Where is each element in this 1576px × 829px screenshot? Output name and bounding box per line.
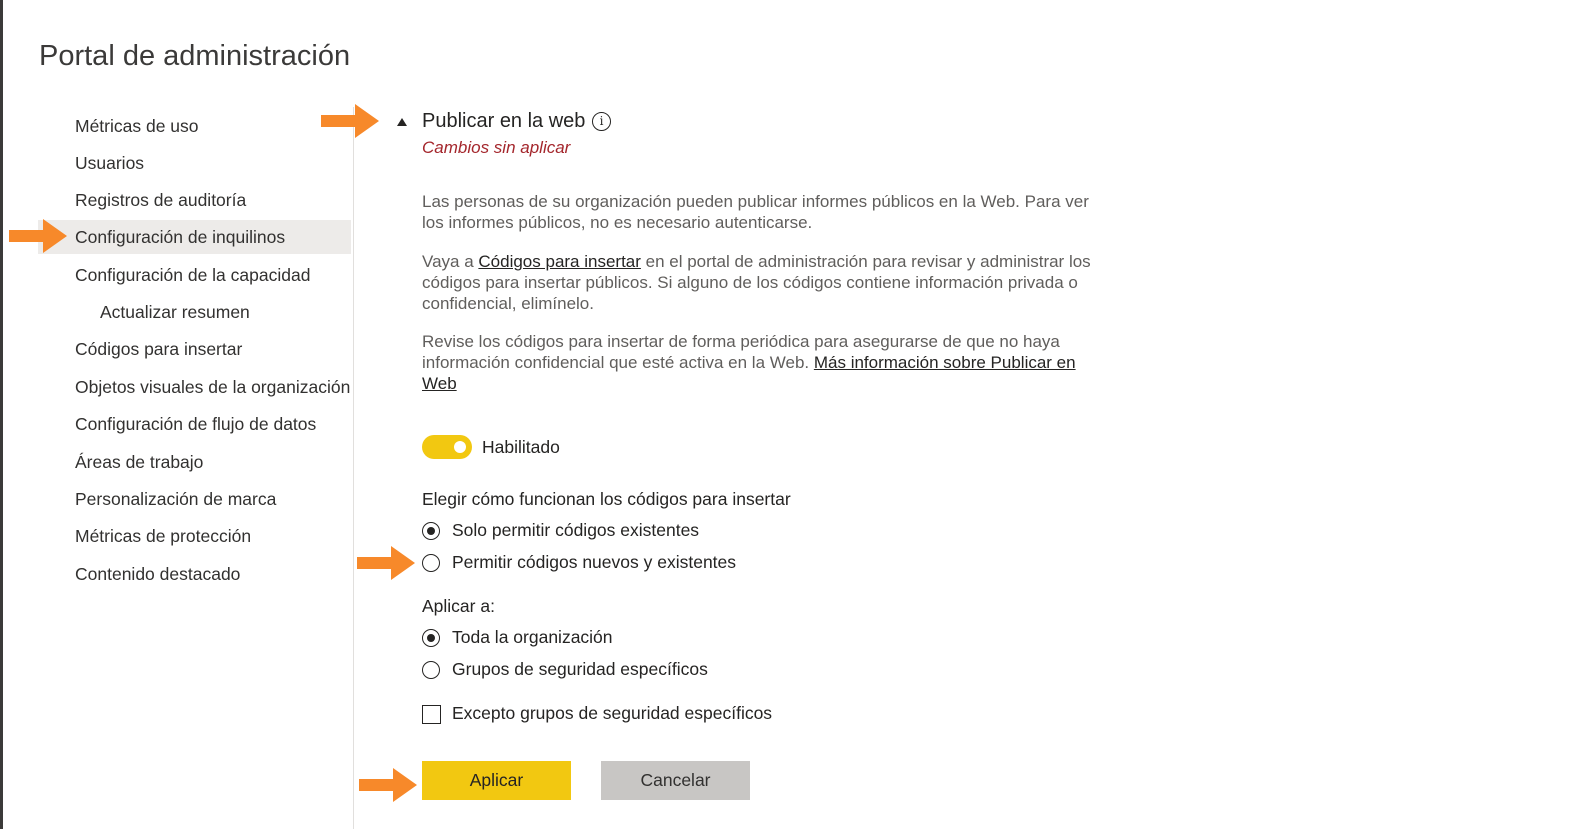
sidebar-item-capacity-settings[interactable]: Configuración de la capacidad bbox=[38, 258, 351, 292]
radio-button[interactable] bbox=[422, 629, 440, 647]
toggle-knob bbox=[454, 441, 466, 453]
radio-label: Solo permitir códigos existentes bbox=[452, 520, 700, 540]
apply-to-label: Aplicar a: bbox=[422, 596, 495, 616]
unsaved-changes-status: Cambios sin aplicar bbox=[422, 138, 571, 157]
checkbox-label: Excepto grupos de seguridad específicos bbox=[452, 703, 773, 723]
radio-button[interactable] bbox=[422, 522, 440, 540]
embed-codes-link[interactable]: Códigos para insertar bbox=[478, 252, 641, 271]
review-paragraph: Revise los códigos para insertar de form… bbox=[422, 331, 1112, 394]
sidebar-item-featured-content[interactable]: Contenido destacado bbox=[38, 557, 351, 591]
sidebar-item-refresh-summary[interactable]: Actualizar resumen bbox=[38, 295, 351, 329]
sidebar-item-embed-codes[interactable]: Códigos para insertar bbox=[38, 332, 351, 366]
sidebar-item-protection-metrics[interactable]: Métricas de protección bbox=[38, 519, 351, 553]
sidebar-item-audit-logs[interactable]: Registros de auditoría bbox=[38, 183, 351, 217]
sidebar-item-workspaces[interactable]: Áreas de trabajo bbox=[38, 445, 351, 479]
info-icon[interactable]: i bbox=[592, 112, 611, 131]
radio-label: Toda la organización bbox=[452, 627, 613, 647]
except-groups-checkbox[interactable] bbox=[422, 705, 441, 724]
embed-mode-label: Elegir cómo funcionan los códigos para i… bbox=[422, 489, 791, 509]
cancel-button[interactable]: Cancelar bbox=[601, 761, 750, 800]
sidebar-item-users[interactable]: Usuarios bbox=[38, 146, 351, 180]
enabled-toggle[interactable] bbox=[422, 435, 472, 459]
radio-button[interactable] bbox=[422, 554, 440, 572]
sidebar-item-branding[interactable]: Personalización de marca bbox=[38, 482, 351, 516]
arrow-icon bbox=[9, 219, 67, 253]
sidebar-item-tenant-settings[interactable]: Configuración de inquilinos bbox=[38, 220, 351, 254]
sidebar-item-usage-metrics[interactable]: Métricas de uso bbox=[38, 109, 351, 143]
admin-portal-window: Portal de administración Métricas de uso… bbox=[0, 0, 1576, 829]
paragraph-text: Vaya a bbox=[422, 252, 479, 271]
radio-label: Grupos de seguridad específicos bbox=[452, 659, 708, 679]
sidebar-nav: Métricas de uso Usuarios Registros de au… bbox=[3, 107, 354, 829]
embed-codes-paragraph: Vaya a Códigos para insertar en el porta… bbox=[422, 251, 1112, 314]
description-paragraph: Las personas de su organización pueden p… bbox=[422, 192, 1089, 232]
apply-button[interactable]: Aplicar bbox=[422, 761, 571, 800]
settings-panel: Publicar en la web i Cambios sin aplicar… bbox=[355, 0, 1576, 829]
toggle-label: Habilitado bbox=[482, 437, 560, 457]
section-title[interactable]: Publicar en la web bbox=[422, 110, 585, 133]
sidebar-item-org-visuals[interactable]: Objetos visuales de la organización bbox=[38, 370, 351, 404]
radio-button[interactable] bbox=[422, 661, 440, 679]
page-title: Portal de administración bbox=[39, 40, 351, 72]
radio-label: Permitir códigos nuevos y existentes bbox=[452, 552, 737, 572]
collapse-caret-icon[interactable] bbox=[397, 118, 407, 126]
sidebar-item-dataflow-settings[interactable]: Configuración de flujo de datos bbox=[38, 407, 351, 441]
